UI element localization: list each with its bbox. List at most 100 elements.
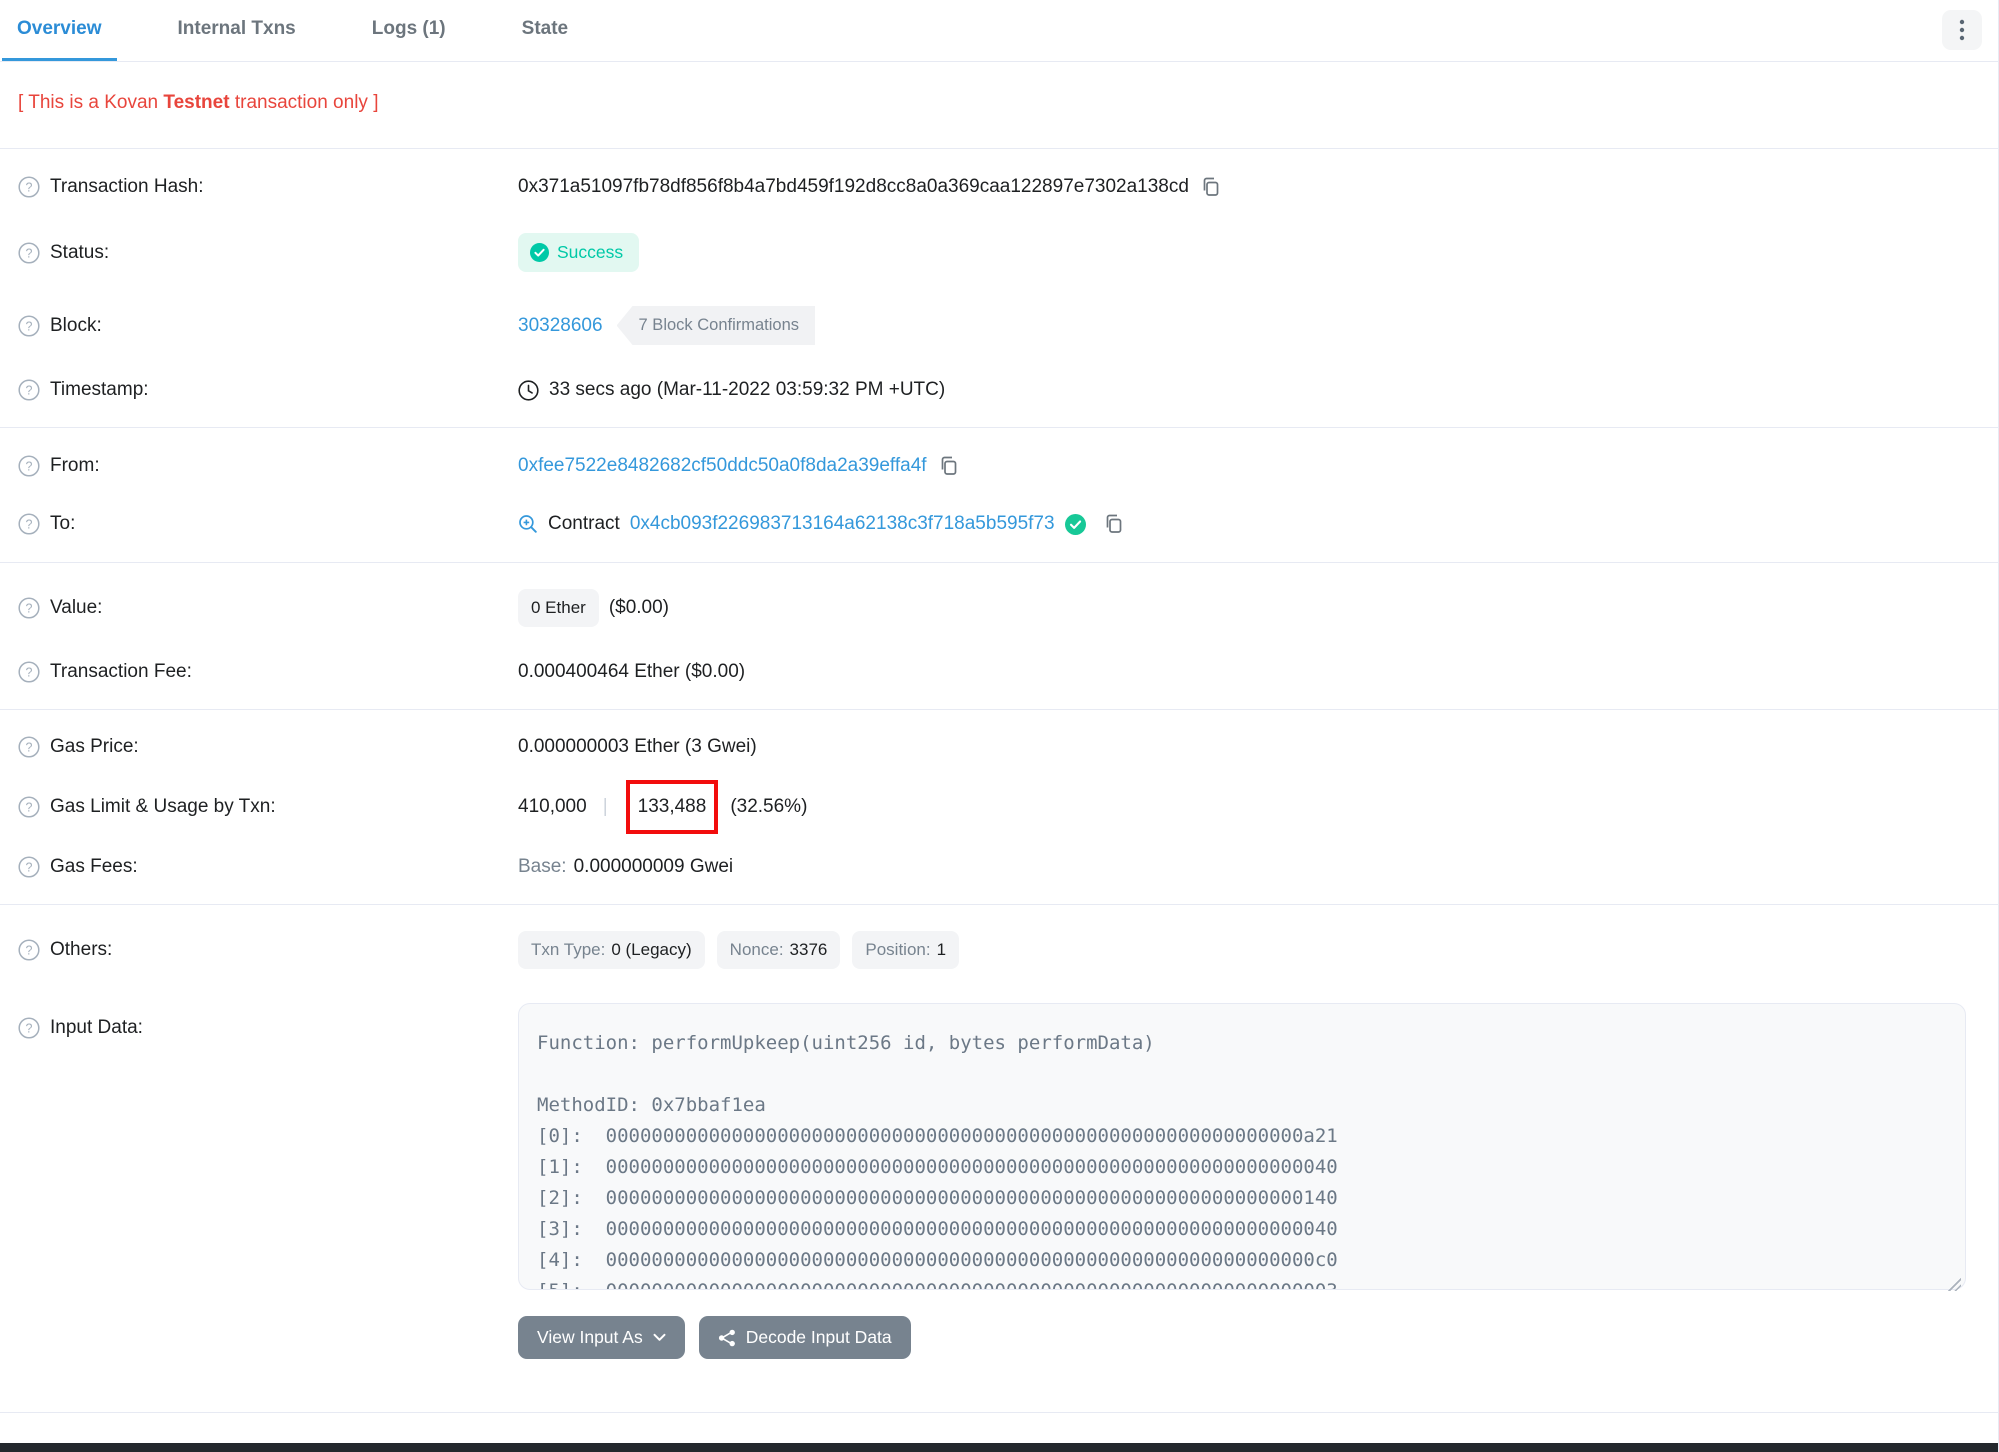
chevron-down-icon [653,1333,666,1341]
copy-txhash-button[interactable] [1199,175,1223,199]
row-transaction-hash: Transaction Hash: 0x371a51097fb78df856f8… [0,158,1998,216]
to-contract-label: Contract [548,513,620,534]
status-label: Status: [50,241,110,263]
gas-used-percent: (32.56%) [730,796,808,817]
from-label: From: [50,455,100,476]
input-data-actions: View Input As Decode Input Data [0,1300,1998,1369]
tab-internal-txns[interactable]: Internal Txns [163,0,311,61]
tab-overview[interactable]: Overview [2,0,117,61]
view-input-as-button[interactable]: View Input As [518,1316,685,1359]
timestamp-value: 33 secs ago (Mar-11-2022 03:59:32 PM +UT… [549,379,946,400]
value-label: Value: [50,597,103,618]
block-number-link[interactable]: 30328606 [518,315,603,337]
ether-value-badge: 0 Ether [518,589,599,627]
row-others: Others: Txn Type: 0 (Legacy) Nonce: 3376 P… [0,914,1998,986]
transaction-fee-label: Transaction Fee: [50,661,192,682]
tab-state[interactable]: State [507,0,583,61]
help-icon[interactable] [18,796,40,818]
copy-icon [1106,514,1121,533]
position-label: Position: [865,940,931,959]
zoom-in-icon[interactable] [518,514,538,534]
txn-type-value: 0 (Legacy) [611,940,692,959]
nonce-label: Nonce: [729,940,784,959]
help-icon[interactable] [18,379,40,401]
transaction-fee-value: 0.000400464 Ether ($0.00) [518,661,746,682]
copy-to-address-button[interactable] [1102,512,1126,536]
tab-logs[interactable]: Logs (1) [357,0,461,61]
decode-icon [718,1329,735,1346]
timestamp-label: Timestamp: [50,379,149,400]
row-gas-price: Gas Price: 0.000000003 Ether (3 Gwei) [0,719,1998,775]
base-fee-label: Base: [518,856,567,877]
gas-fees-label: Gas Fees: [50,856,138,877]
help-icon[interactable] [18,1017,40,1039]
notice-bold: Testnet [163,92,230,113]
more-options-button[interactable] [1942,10,1982,50]
others-label: Others: [50,939,113,960]
from-address-link[interactable]: 0xfee7522e8482682cf50ddc50a0f8da2a39effa… [518,455,927,477]
block-confirmations-badge: 7 Block Confirmations [616,306,816,345]
gas-used-value: 133,488 [637,796,707,817]
input-data-textarea[interactable]: Function: performUpkeep(uint256 id, byte… [518,1003,1966,1290]
clock-icon [518,379,539,401]
help-icon[interactable] [18,455,40,477]
help-icon[interactable] [18,241,40,264]
to-address-link[interactable]: 0x4cb093f226983713164a62138c3f718a5b595f… [630,513,1055,535]
footer-bar [0,1443,1998,1452]
usd-value: ($0.00) [608,597,670,618]
notice-suffix: transaction only ] [229,92,379,113]
txn-type-badge: Txn Type: 0 (Legacy) [518,931,705,969]
help-icon[interactable] [18,513,40,535]
status-badge-text: Success [557,242,624,262]
row-gas-fees: Gas Fees: Base: 0.000000009 Gwei [0,839,1998,895]
txn-type-label: Txn Type: [531,940,606,959]
nonce-value: 3376 [789,940,828,959]
separator: | [602,796,608,817]
copy-icon [1203,177,1219,196]
row-timestamp: Timestamp: 33 secs ago (Mar-11-2022 03:5… [0,362,1998,418]
input-data-label: Input Data: [50,1017,143,1038]
verified-contract-icon [1064,513,1086,535]
base-fee-value: 0.000000009 Gwei [573,856,734,877]
row-transaction-fee: Transaction Fee: 0.000400464 Ether ($0.0… [0,644,1998,700]
help-icon[interactable] [18,661,40,683]
gas-used-annotation-box: 133,488 [625,780,719,834]
help-icon[interactable] [18,176,40,198]
gas-price-label: Gas Price: [50,736,139,757]
decode-input-data-label: Decode Input Data [745,1327,892,1347]
help-icon[interactable] [18,314,40,337]
copy-from-address-button[interactable] [937,454,961,478]
position-value: 1 [936,940,947,959]
row-input-data: Input Data: Function: performUpkeep(uint… [0,986,1998,1300]
row-block: Block: 30328606 7 Block Confirmations [0,289,1998,362]
row-status: Status: Success [0,216,1998,289]
page-footer [0,1412,1998,1452]
block-label: Block: [50,314,102,336]
notice-prefix: [ This is a Kovan [18,92,164,113]
transaction-hash-value: 0x371a51097fb78df856f8b4a7bd459f192d8cc8… [518,176,1189,197]
row-from: From: 0xfee7522e8482682cf50ddc50a0f8da2a… [0,437,1998,495]
to-label: To: [50,513,76,534]
gas-price-value: 0.000000003 Ether (3 Gwei) [518,736,757,757]
transaction-hash-label: Transaction Hash: [50,176,204,197]
overview-content: Transaction Hash: 0x371a51097fb78df856f8… [0,149,1998,1378]
help-icon[interactable] [18,736,40,758]
row-to: To: Contract 0x4cb093f226983713164a62138… [0,495,1998,553]
view-input-as-label: View Input As [537,1327,643,1347]
testnet-notice: [ This is a Kovan Testnet transaction on… [0,62,1998,149]
help-icon[interactable] [18,856,40,878]
row-gas-limit-usage: Gas Limit & Usage by Txn: 410,000 | 133,… [0,775,1998,839]
input-data-container: Function: performUpkeep(uint256 id, byte… [518,1003,1966,1296]
gas-limit-label: Gas Limit & Usage by Txn: [50,796,276,817]
status-badge: Success [518,233,640,272]
copy-icon [941,456,956,475]
tab-bar: Overview Internal Txns Logs (1) State [0,0,1998,62]
transaction-overview-page: Overview Internal Txns Logs (1) State [ … [0,0,1999,1452]
position-badge: Position: 1 [852,931,960,969]
decode-input-data-button[interactable]: Decode Input Data [698,1316,911,1359]
nonce-badge: Nonce: 3376 [716,931,841,969]
gas-limit-value: 410,000 [518,796,587,817]
help-icon[interactable] [18,939,40,961]
check-circle-icon [530,243,549,262]
help-icon[interactable] [18,597,40,619]
